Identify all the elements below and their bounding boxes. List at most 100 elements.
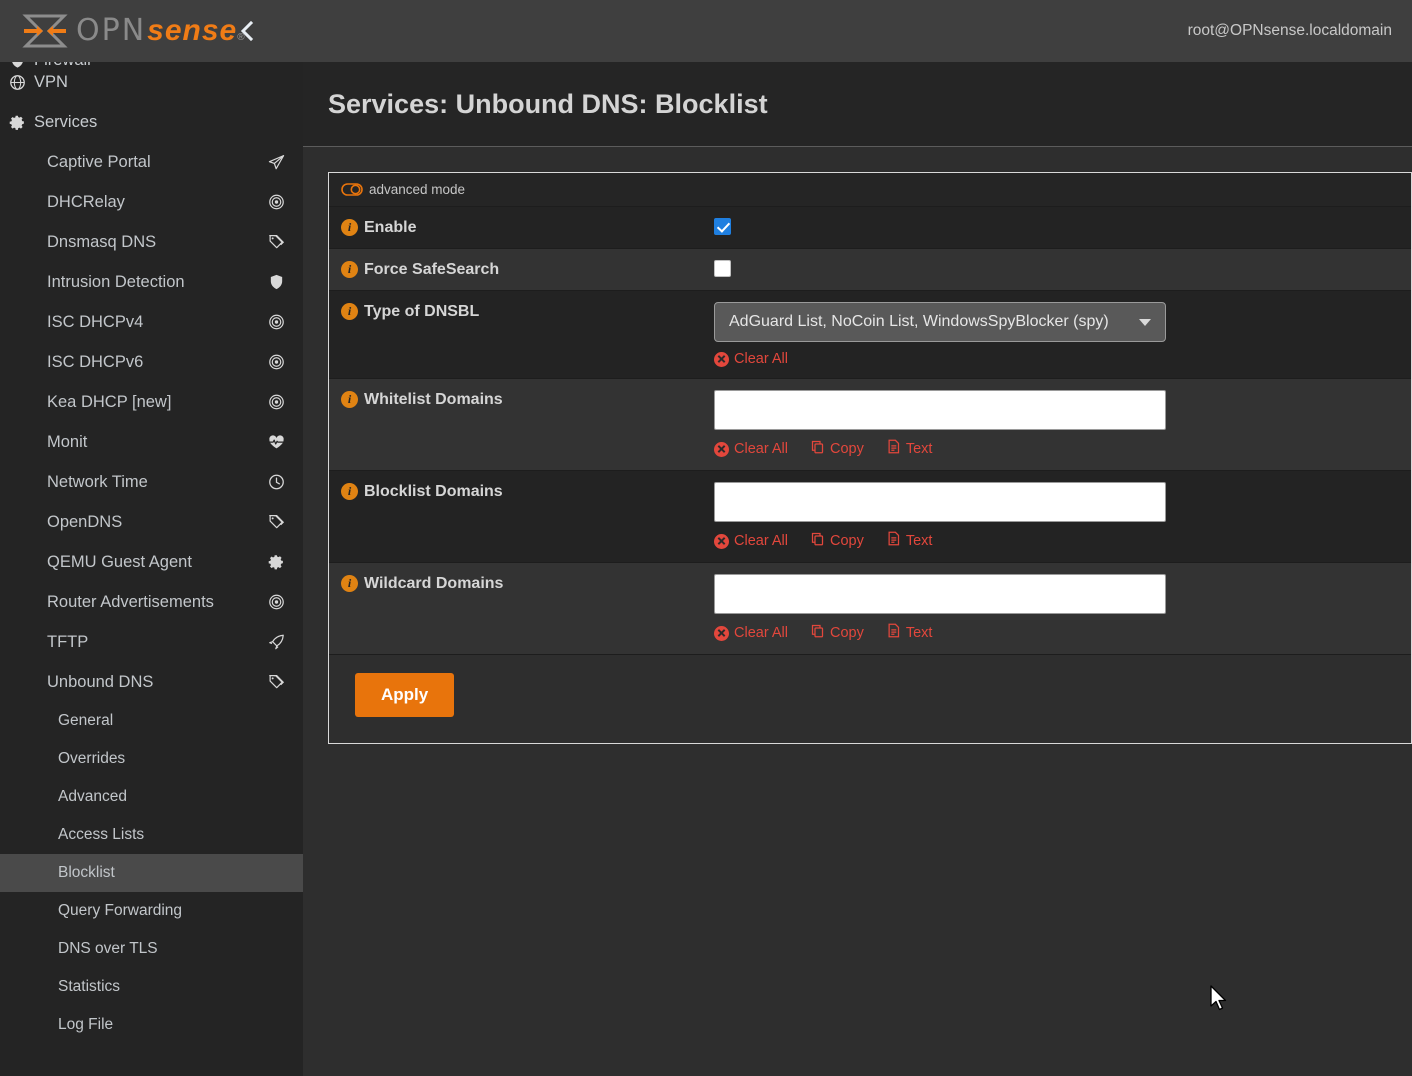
clear-all-label: Clear All — [734, 441, 788, 457]
sidebar-item-kea-dhcp-new[interactable]: Kea DHCP [new] — [0, 382, 303, 422]
toggle-switch-icon[interactable] — [341, 183, 363, 196]
info-icon[interactable]: i — [341, 391, 358, 408]
sidebar-collapse-button[interactable] — [230, 11, 264, 51]
sidebar-item-label: Access Lists — [58, 826, 145, 843]
sidebar-item-intrusion-detection[interactable]: Intrusion Detection — [0, 262, 303, 302]
sidebar-item-vpn[interactable]: VPN — [0, 62, 303, 102]
clock-icon — [268, 474, 285, 491]
text-label: Text — [905, 441, 933, 457]
sidebar-item-label: Network Time — [47, 472, 148, 491]
page-title: Services: Unbound DNS: Blocklist — [328, 88, 768, 119]
sidebar-item-general[interactable]: General — [0, 702, 303, 740]
sidebar-item-log-file[interactable]: Log File — [0, 1006, 303, 1044]
paper-plane-icon — [268, 154, 285, 171]
clear-all-action[interactable]: Clear All — [714, 533, 788, 549]
text-action[interactable]: Text — [886, 439, 933, 459]
sidebar-item-monit[interactable]: Monit — [0, 422, 303, 462]
sidebar-item-blocklist[interactable]: Blocklist — [0, 854, 303, 892]
copy-action[interactable]: Copy — [810, 439, 864, 459]
wildcard-domains-input[interactable] — [714, 574, 1166, 614]
sidebar-item-access-lists[interactable]: Access Lists — [0, 816, 303, 854]
sidebar-item-label: ISC DHCPv4 — [47, 312, 144, 331]
sidebar-item-advanced[interactable]: Advanced — [0, 778, 303, 816]
field-actions: Clear All Copy Text — [714, 439, 1411, 459]
form-row-whitelist-domains: i Whitelist Domains Clear All Copy Text — [329, 379, 1411, 471]
sidebar-item-label: Query Forwarding — [58, 902, 183, 919]
sidebar-item-qemu-guest-agent[interactable]: QEMU Guest Agent — [0, 542, 303, 582]
info-icon[interactable]: i — [341, 261, 358, 278]
sidebar-item-services[interactable]: Services — [0, 102, 303, 142]
bullseye-icon — [268, 394, 285, 411]
bullseye-icon — [268, 314, 285, 331]
form-label-cell: i Wildcard Domains — [329, 563, 714, 654]
sidebar-item-unbound-dns[interactable]: Unbound DNS — [0, 662, 303, 702]
opnsense-logo[interactable]: OPN sense ® — [0, 0, 245, 62]
sidebar-item-label: Statistics — [58, 978, 121, 995]
sidebar-item-dnsmasq-dns[interactable]: Dnsmasq DNS — [0, 222, 303, 262]
force-safesearch-checkbox[interactable] — [714, 260, 731, 278]
sidebar-item-overrides[interactable]: Overrides — [0, 740, 303, 778]
sidebar-item-label: Monit — [47, 432, 88, 451]
sidebar-item-dns-over-tls[interactable]: DNS over TLS — [0, 930, 303, 968]
sidebar-item-label: Overrides — [58, 750, 126, 767]
advanced-mode-toggle-row[interactable]: advanced mode — [329, 173, 1411, 207]
clear-all-action[interactable]: Clear All — [714, 351, 788, 367]
sidebar-item-label: Router Advertisements — [47, 592, 214, 611]
form-label-cell: i Enable — [329, 207, 714, 248]
sidebar-item-isc-dhcpv6[interactable]: ISC DHCPv6 — [0, 342, 303, 382]
clear-all-action[interactable]: Clear All — [714, 625, 788, 641]
clear-all-action[interactable]: Clear All — [714, 441, 788, 457]
nav-item-list: FirewallVPNServicesCaptive PortalDHCRela… — [0, 62, 303, 1044]
form-label-cell: i Type of DNSBL — [329, 291, 714, 378]
form-control-cell — [714, 207, 1411, 248]
shield-icon — [268, 274, 285, 291]
top-header-bar: OPN sense ® root@OPNsense.localdomain — [0, 0, 1412, 62]
sidebar-item-label: Blocklist — [58, 864, 115, 881]
sidebar-item-dhcrelay[interactable]: DHCRelay — [0, 182, 303, 222]
text-action[interactable]: Text — [886, 623, 932, 643]
page-header: Services: Unbound DNS: Blocklist — [303, 62, 1412, 147]
info-icon[interactable]: i — [341, 575, 358, 592]
info-icon[interactable]: i — [341, 483, 358, 500]
sidebar-item-opendns[interactable]: OpenDNS — [0, 502, 303, 542]
opnsense-logo-mark — [22, 13, 68, 49]
copy-action[interactable]: Copy — [810, 531, 864, 551]
whitelist-domains-input[interactable] — [714, 390, 1166, 430]
text-file-icon — [886, 531, 901, 551]
copy-label: Copy — [830, 625, 864, 641]
type-of-dnsbl-select[interactable]: AdGuard List, NoCoin List, WindowsSpyBlo… — [714, 302, 1166, 342]
field-label: Enable — [364, 219, 417, 236]
sidebar-item-router-advertisements[interactable]: Router Advertisements — [0, 582, 303, 622]
form-row-wildcard-domains: i Wildcard Domains Clear All Copy Text — [329, 563, 1411, 655]
tags-icon — [268, 514, 285, 531]
field-actions: Clear All Copy Text — [714, 623, 1411, 643]
form-row-enable: i Enable — [329, 207, 1411, 249]
field-label: Type of DNSBL — [364, 303, 480, 320]
sidebar-item-tftp[interactable]: TFTP — [0, 622, 303, 662]
opnsense-logo-text: OPN sense ® — [76, 16, 246, 46]
sidebar-item-label: Unbound DNS — [47, 672, 154, 691]
form-control-cell: AdGuard List, NoCoin List, WindowsSpyBlo… — [714, 291, 1411, 378]
text-action[interactable]: Text — [886, 531, 933, 551]
sidebar-item-captive-portal[interactable]: Captive Portal — [0, 142, 303, 182]
sidebar-item-label: TFTP — [47, 632, 89, 651]
bullseye-icon — [268, 194, 285, 211]
info-icon[interactable]: i — [341, 219, 358, 236]
field-label: Blocklist Domains — [364, 483, 503, 500]
sidebar-item-query-forwarding[interactable]: Query Forwarding — [0, 892, 303, 930]
blocklist-domains-input[interactable] — [714, 482, 1166, 522]
copy-icon — [810, 531, 825, 551]
main-navigation-sidebar[interactable]: FirewallVPNServicesCaptive PortalDHCRela… — [0, 62, 303, 1076]
sidebar-item-label: Services — [34, 112, 98, 131]
gear-icon — [268, 554, 285, 571]
form-control-cell — [714, 249, 1411, 290]
sidebar-item-isc-dhcpv4[interactable]: ISC DHCPv4 — [0, 302, 303, 342]
text-label: Text — [905, 533, 933, 549]
info-icon[interactable]: i — [341, 303, 358, 320]
sidebar-item-statistics[interactable]: Statistics — [0, 968, 303, 1006]
form-control-cell: Clear All Copy Text — [714, 563, 1411, 654]
enable-checkbox[interactable] — [714, 218, 731, 236]
copy-action[interactable]: Copy — [810, 623, 864, 643]
sidebar-item-network-time[interactable]: Network Time — [0, 462, 303, 502]
apply-button[interactable]: Apply — [355, 673, 455, 717]
